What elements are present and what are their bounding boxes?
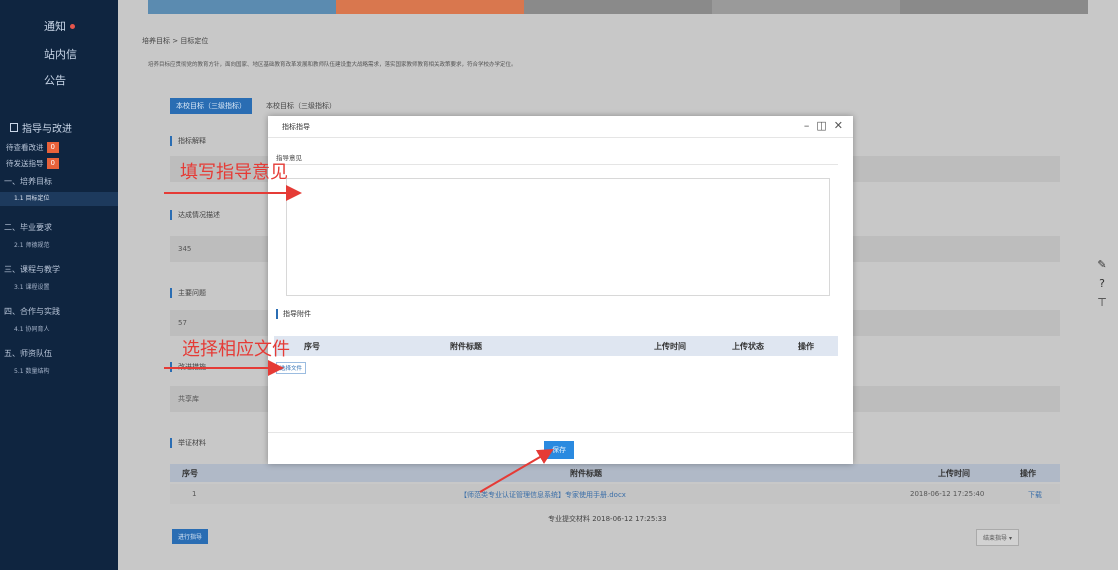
arrow-to-save (479, 448, 554, 493)
annotation-arrows (164, 185, 554, 493)
